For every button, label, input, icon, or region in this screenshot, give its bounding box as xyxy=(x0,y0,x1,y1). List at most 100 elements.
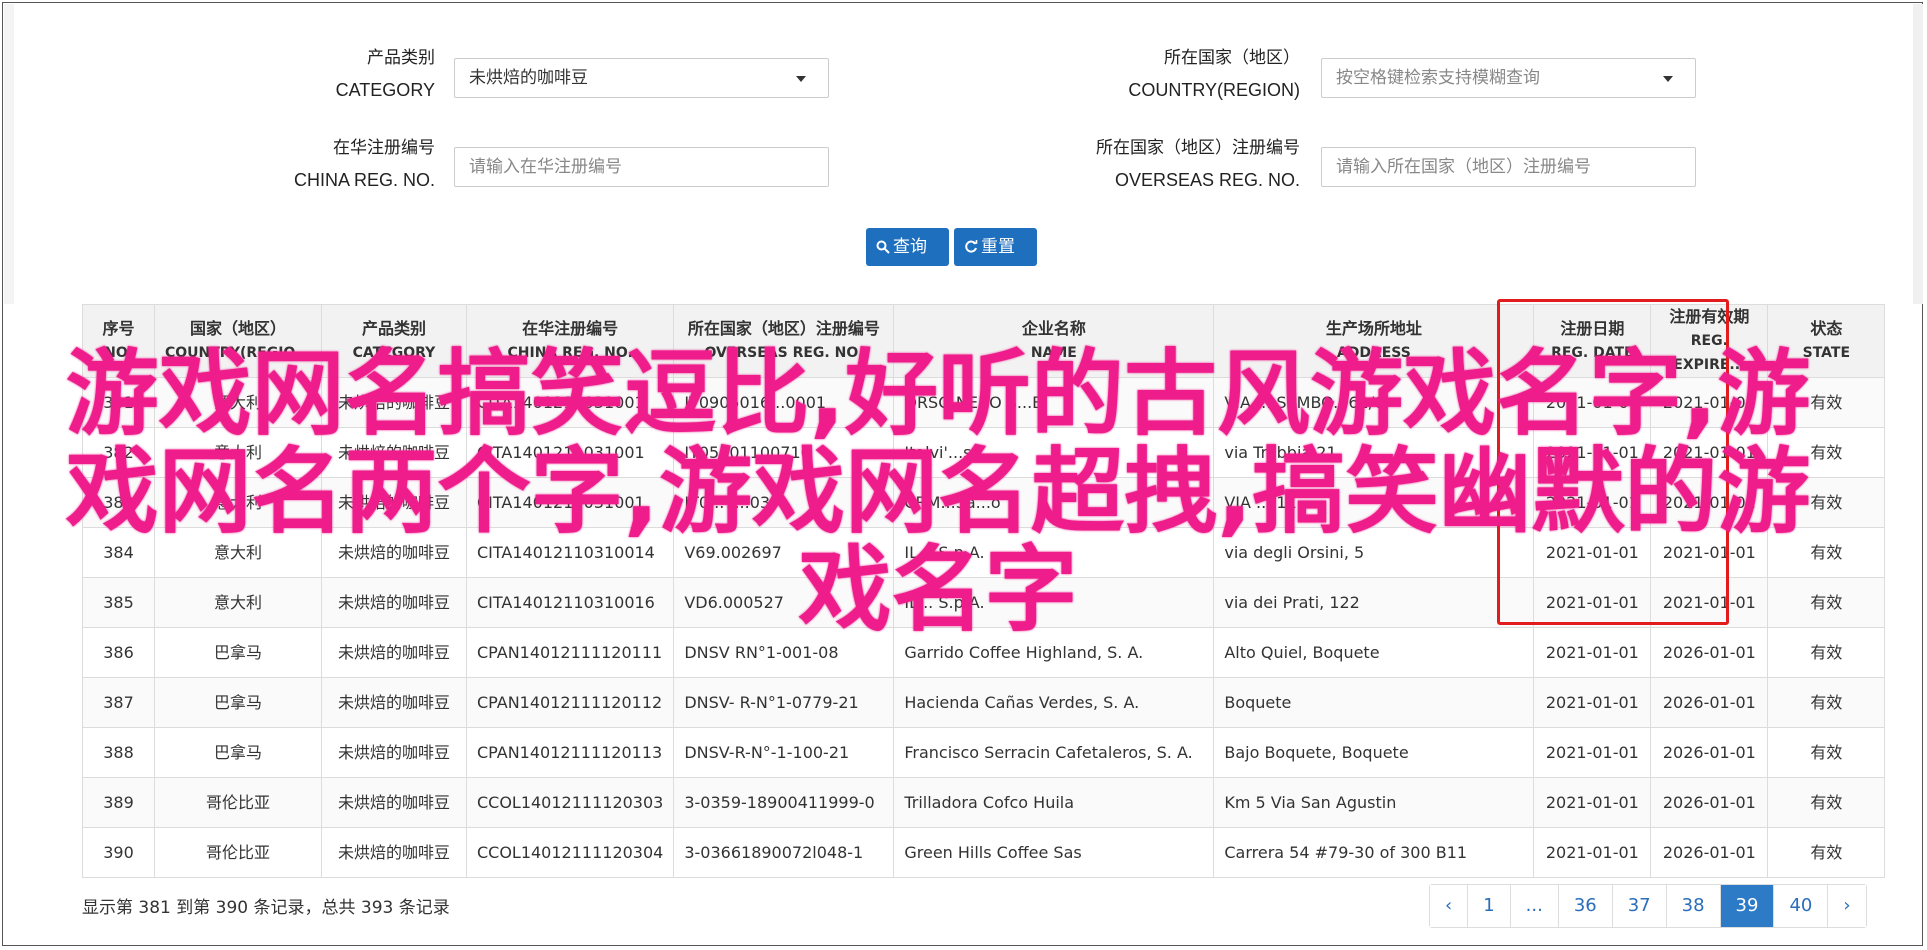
page-button[interactable]: 36 xyxy=(1558,885,1613,927)
table-cell: 2026-01-01 xyxy=(1650,627,1769,678)
highlight-box xyxy=(1497,299,1729,625)
table-cell: VD6.000527 xyxy=(673,577,895,628)
table-cell: 3-03661890072l048-1 xyxy=(673,827,895,878)
table-cell: CITA1401211031001 xyxy=(465,427,675,478)
table-row: 389 哥伦比亚 未烘焙的咖啡豆 CCOL14012111120303 3-0359-1… xyxy=(82,777,1886,828)
overseas-reg-placeholder: 请输入所在国家（地区）注册编号 xyxy=(1336,157,1591,177)
table-cell: 383 xyxy=(82,477,155,528)
chevron-down-icon xyxy=(796,76,806,82)
header-zh: 生产场所地址 xyxy=(1325,319,1422,338)
page-button[interactable]: 39 xyxy=(1720,885,1775,927)
category-label-zh: 产品类别 xyxy=(367,48,435,68)
china-reg-input[interactable]: 请输入在华注册编号 xyxy=(454,147,829,187)
table-cell: CCOL14012111120303 xyxy=(465,777,675,828)
table-cell: 2026-01-01 xyxy=(1650,777,1769,828)
table-row: 390 哥伦比亚 未烘焙的咖啡豆 CCOL14012111120304 3-036618… xyxy=(82,827,1886,878)
table-cell: 意大利 xyxy=(154,577,322,628)
china-reg-label-zh: 在华注册编号 xyxy=(333,138,435,158)
header-en: ADDRESS xyxy=(1336,345,1411,361)
table-cell: 2021-01-01 xyxy=(1533,677,1652,728)
overseas-reg-input[interactable]: 请输入所在国家（地区）注册编号 xyxy=(1321,147,1696,187)
table-cell: 387 xyxy=(82,677,155,728)
table-cell: 未烘焙的咖啡豆 xyxy=(320,727,467,778)
col-header-no[interactable]: 序号 NO. xyxy=(82,304,155,378)
reset-button[interactable]: 重置 xyxy=(954,228,1037,266)
table-cell: 386 xyxy=(82,627,155,678)
table-cell: Francisco Serracin Cafetaleros, S. A. xyxy=(893,727,1215,778)
table-cell: 2021-01-01 xyxy=(1533,827,1652,878)
category-select[interactable]: 未烘焙的咖啡豆 xyxy=(454,58,829,98)
col-header-overseas-reg[interactable]: 所在国家（地区）注册编号 OVERSEAS REG. NO. xyxy=(673,304,895,378)
table-cell: CITA1401211031001 xyxy=(465,477,675,528)
table-cell: 有效 xyxy=(1767,627,1886,678)
category-label: 产品类别 CATEGORY xyxy=(290,42,435,106)
table-cell: 382 xyxy=(82,427,155,478)
table-cell: CRM...Sa...o xyxy=(893,477,1215,528)
table-cell: 未烘焙的咖啡豆 xyxy=(320,477,467,528)
table-cell: 有效 xyxy=(1767,527,1886,578)
table-cell: Alto Quiel, Boquete xyxy=(1213,627,1535,678)
table-cell: Bajo Boquete, Boquete xyxy=(1213,727,1535,778)
table-cell: 巴拿马 xyxy=(154,677,322,728)
next-page-button[interactable]: › xyxy=(1828,885,1866,927)
header-en: NAME xyxy=(1030,345,1077,361)
table-cell: CPAN14012111120113 xyxy=(465,727,675,778)
table-cell: 有效 xyxy=(1767,827,1886,878)
table-cell: Green Hills Coffee Sas xyxy=(893,827,1215,878)
table-cell: 未烘焙的咖啡豆 xyxy=(320,377,467,428)
country-label-zh: 所在国家（地区） xyxy=(1164,48,1300,68)
china-reg-label-en: CHINA REG. NO. xyxy=(293,170,435,190)
header-zh: 在华注册编号 xyxy=(522,319,619,338)
page-button[interactable]: 1 xyxy=(1468,885,1511,927)
chevron-down-icon xyxy=(1663,76,1673,82)
table-cell: 385 xyxy=(82,577,155,628)
table-cell: 388 xyxy=(82,727,155,778)
table-cell: 2021-01-01 xyxy=(1533,777,1652,828)
query-button[interactable]: 查询 xyxy=(866,228,949,266)
col-header-state[interactable]: 状态 STATE xyxy=(1767,304,1886,378)
table-cell: 哥伦比亚 xyxy=(154,827,322,878)
country-label-en: COUNTRY(REGION) xyxy=(1128,80,1300,100)
page-button[interactable]: 40 xyxy=(1774,885,1829,927)
page-button[interactable]: ... xyxy=(1510,885,1559,927)
country-placeholder: 按空格键检索支持模糊查询 xyxy=(1336,68,1540,88)
table-cell: Km 5 Via San Agustin xyxy=(1213,777,1535,828)
table-cell: IL... S.p.A. xyxy=(893,527,1215,578)
table-cell: IT0905016...0001 xyxy=(673,377,895,428)
pagination: ‹ 1... 36 37 38 39 40 › xyxy=(1429,884,1867,928)
table-cell: CITA14012110310016 xyxy=(465,577,675,628)
search-icon xyxy=(876,240,890,254)
header-en: NO. xyxy=(104,345,133,361)
table-cell: Hacienda Cañas Verdes, S. A. xyxy=(893,677,1215,728)
table-cell: via dei Prati, 122 xyxy=(1213,577,1535,628)
table-cell: 有效 xyxy=(1767,427,1886,478)
table-cell: 389 xyxy=(82,777,155,828)
table-cell: DNSV-R-N°-1-100-21 xyxy=(673,727,895,778)
col-header-name[interactable]: 企业名称 NAME xyxy=(893,304,1215,378)
table-cell: Boquete xyxy=(1213,677,1535,728)
header-zh: 企业名称 xyxy=(1021,319,1086,338)
scrollbar[interactable] xyxy=(1913,4,1923,304)
page-button[interactable]: 38 xyxy=(1666,885,1721,927)
page-button[interactable]: 37 xyxy=(1612,885,1667,927)
table-cell: ORSO NERO S...B xyxy=(893,377,1215,428)
col-header-country[interactable]: 国家（地区） COUNTRY(REGIO... xyxy=(154,304,322,378)
country-select[interactable]: 按空格键检索支持模糊查询 xyxy=(1321,58,1696,98)
prev-page-button[interactable]: ‹ xyxy=(1430,885,1469,927)
table-cell: 390 xyxy=(82,827,155,878)
col-header-china-reg[interactable]: 在华注册编号 CHINA REG. NO. xyxy=(465,304,675,378)
table-cell: via degli Orsini, 5 xyxy=(1213,527,1535,578)
col-header-category[interactable]: 产品类别 CATEGORY xyxy=(320,304,467,378)
table-cell: 未烘焙的咖啡豆 xyxy=(320,827,467,878)
category-value: 未烘焙的咖啡豆 xyxy=(469,68,588,88)
table-cell: 有效 xyxy=(1767,727,1886,778)
table-cell: VIA ... 11 xyxy=(1213,477,1535,528)
col-header-address[interactable]: 生产场所地址 ADDRESS xyxy=(1213,304,1535,378)
table-cell: IT0...7...03 xyxy=(673,477,895,528)
table-cell: 有效 xyxy=(1767,477,1886,528)
table-cell: CITA1401211031001 xyxy=(465,377,675,428)
table-cell: 未烘焙的咖啡豆 xyxy=(320,427,467,478)
table-cell: 未烘焙的咖啡豆 xyxy=(320,677,467,728)
table-cell: 有效 xyxy=(1767,577,1886,628)
table-cell: V69.002697 xyxy=(673,527,895,578)
